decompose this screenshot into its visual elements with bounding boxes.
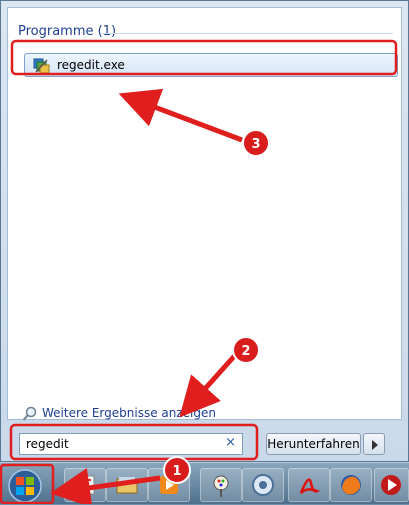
- more-results-label: Weitere Ergebnisse anzeigen: [42, 406, 216, 420]
- shutdown-options-button[interactable]: [363, 433, 385, 455]
- search-input-value: regedit: [26, 437, 69, 451]
- result-item-regedit[interactable]: regedit.exe: [24, 53, 398, 77]
- paint-icon[interactable]: [200, 468, 242, 502]
- results-group-header: Programme (1): [18, 24, 117, 39]
- search-input[interactable]: regedit ×: [19, 433, 243, 455]
- clear-search-icon[interactable]: ×: [225, 435, 236, 450]
- group-divider: [100, 33, 393, 34]
- chevron-right-icon: [372, 440, 378, 450]
- search-icon: [22, 406, 37, 421]
- acrobat-icon[interactable]: [288, 468, 330, 502]
- result-label: regedit.exe: [57, 58, 125, 72]
- firefox-icon[interactable]: [330, 468, 372, 502]
- media-app-icon[interactable]: [374, 468, 409, 502]
- search-results-panel: Programme (1) regedit.exe Weitere Ergebn…: [7, 7, 402, 421]
- media-player-icon[interactable]: [148, 468, 190, 502]
- shutdown-button[interactable]: Herunterfahren: [266, 433, 361, 455]
- start-menu: Programme (1) regedit.exe Weitere Ergebn…: [0, 0, 409, 462]
- itunes-icon[interactable]: [242, 468, 284, 502]
- regedit-icon: [33, 58, 50, 74]
- library-icon[interactable]: [106, 468, 148, 502]
- start-orb-icon[interactable]: [3, 466, 51, 504]
- explorer-icon[interactable]: [64, 468, 106, 502]
